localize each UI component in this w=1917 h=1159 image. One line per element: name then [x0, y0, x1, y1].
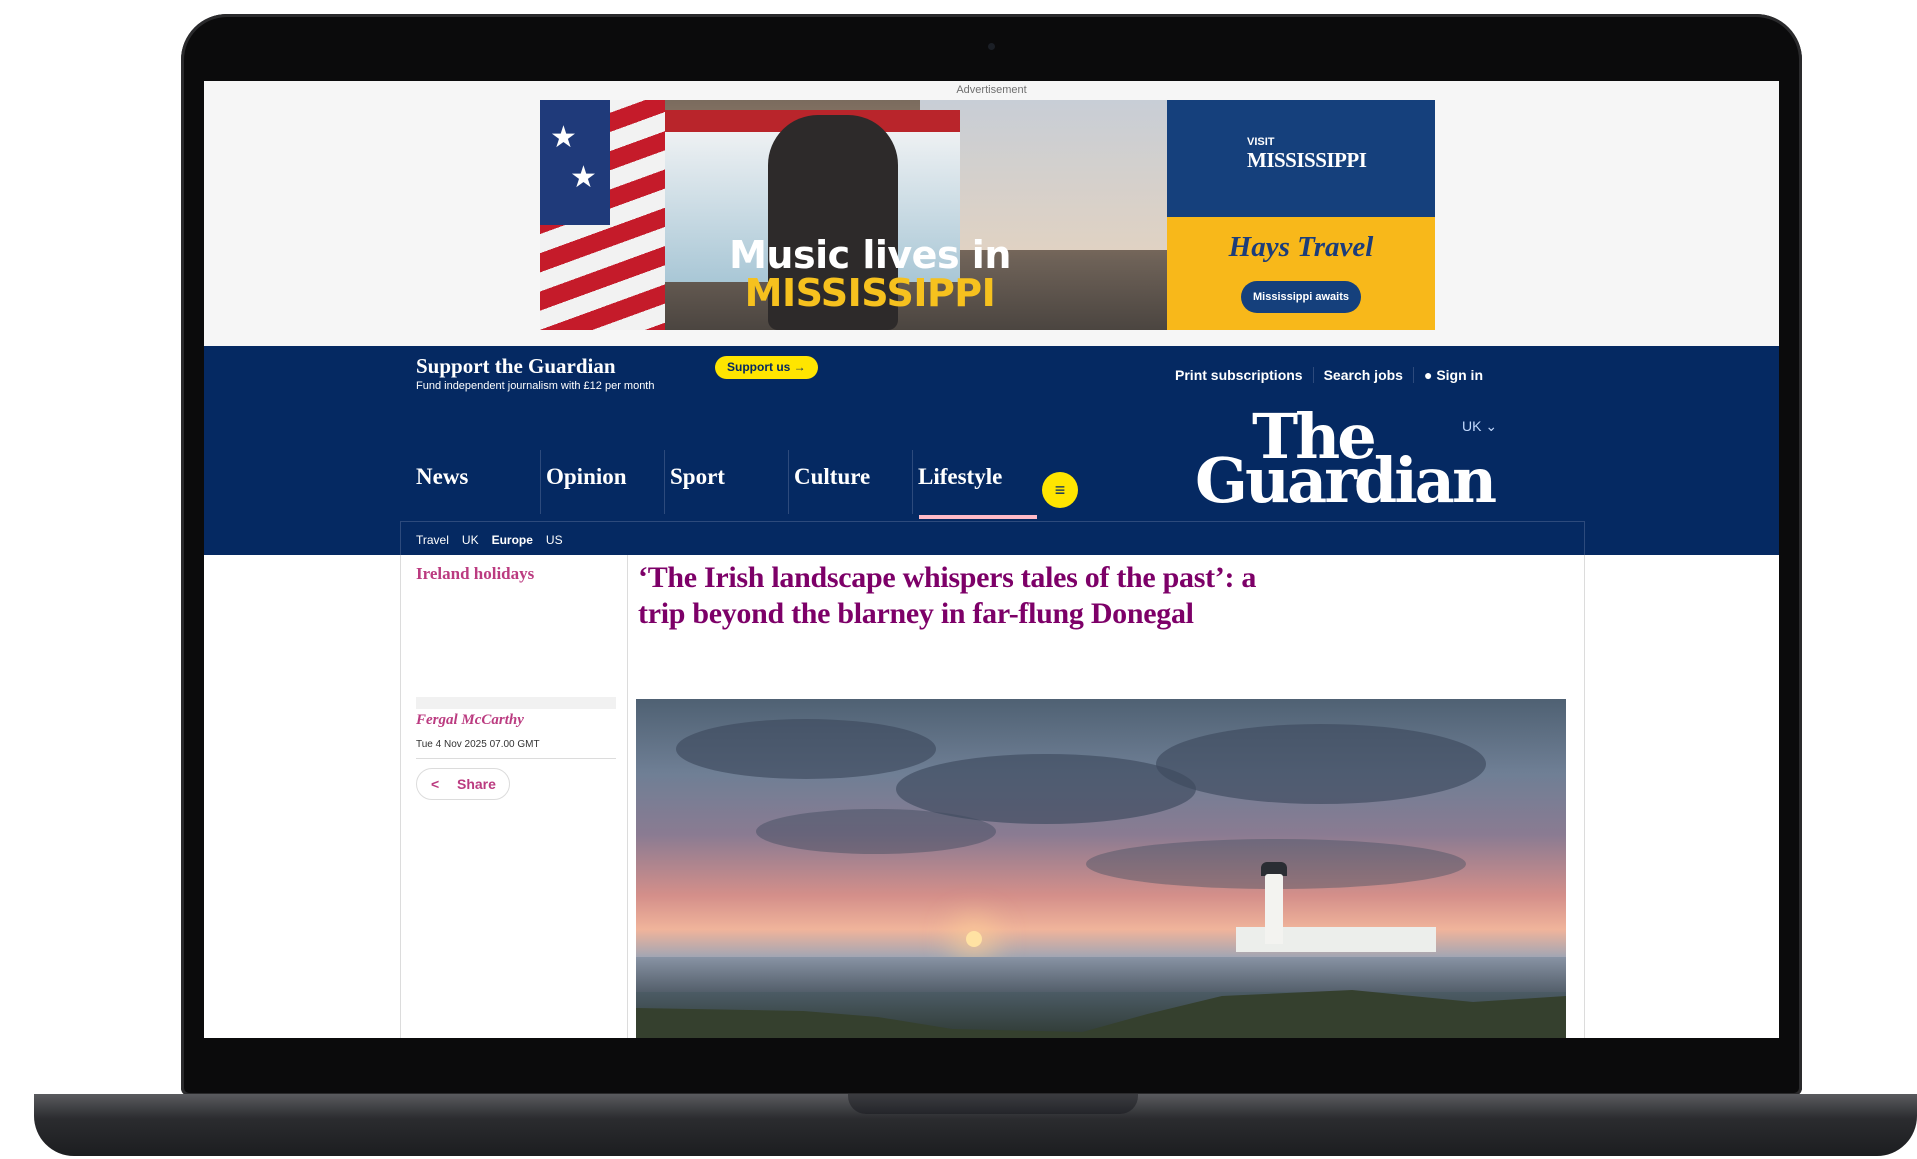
nav-pillar-sport[interactable]: Sport [664, 450, 788, 514]
meta-divider [416, 758, 616, 759]
ad-headline-line2: MISSISSIPPI [744, 271, 996, 315]
top-links: Print subscriptions Search jobs ● Sign i… [1165, 367, 1493, 383]
active-pillar-indicator [919, 515, 1037, 519]
nav-pillar-lifestyle[interactable]: Lifestyle [912, 450, 1036, 514]
advertisement-label: Advertisement [956, 84, 1027, 96]
print-subscriptions-link[interactable]: Print subscriptions [1165, 367, 1313, 383]
article: Ireland holidays ‘The Irish landscape wh… [204, 555, 1779, 1038]
menu-icon[interactable]: ≡ [1042, 472, 1078, 508]
sun [966, 931, 982, 947]
dateline: Tue 4 Nov 2025 07.00 GMT [416, 739, 540, 750]
account-icon: ● [1423, 367, 1437, 383]
share-icon: < [431, 776, 440, 792]
advertisement-banner[interactable]: ★ ★ Music lives in MISSISSIPPI VISIT MIS… [540, 100, 1435, 330]
column-divider [627, 555, 628, 1038]
byline[interactable]: Fergal McCarthy [416, 712, 524, 729]
lighthouse [1265, 874, 1283, 944]
ad-photo: ★ ★ Music lives in MISSISSIPPI [540, 100, 1167, 330]
ad-visit-logo: MISSISSIPPI [1247, 148, 1367, 172]
nav-pillar-culture[interactable]: Culture [788, 450, 912, 514]
sub-nav-us[interactable]: US [546, 533, 576, 547]
nav-pillar-opinion[interactable]: Opinion [540, 450, 664, 514]
nav-pillar-news[interactable]: News [416, 464, 468, 514]
browser-viewport: Advertisement ★ ★ Music lives in MISSISS… [204, 81, 1779, 1038]
ad-partner-logo: Hays Travel [1228, 231, 1374, 263]
share-button[interactable]: < Share [416, 768, 510, 800]
share-label: Share [457, 776, 496, 792]
sub-nav-europe[interactable]: Europe [492, 533, 546, 547]
logo-line-2[interactable]: Guardian [1195, 444, 1497, 517]
support-us-button[interactable]: Support us → [715, 356, 818, 379]
section-label[interactable]: Ireland holidays [416, 564, 534, 584]
ad-visit-small: VISIT [1247, 136, 1275, 148]
sub-nav-travel[interactable]: Travel [416, 533, 462, 547]
support-subtitle: Fund independent journalism with £12 per… [416, 380, 655, 392]
main-nav: UK ⌄ The Guardian News Opinion Sport Cul… [204, 400, 1779, 555]
sea [636, 957, 1566, 992]
camera-dot [988, 43, 995, 50]
article-headline: ‘The Irish landscape whispers tales of t… [638, 561, 1257, 630]
meta-placeholder [416, 697, 616, 709]
edition-picker[interactable]: UK ⌄ [1462, 418, 1497, 435]
support-title: Support the Guardian [416, 354, 616, 378]
sign-in-label: Sign in [1436, 367, 1483, 383]
sub-nav-uk[interactable]: UK [462, 533, 492, 547]
hero-image [636, 699, 1566, 1038]
search-jobs-link[interactable]: Search jobs [1312, 367, 1413, 383]
sub-nav-frame [400, 521, 1585, 555]
coastline [636, 990, 1566, 1038]
support-bar: Support the Guardian Fund independent jo… [204, 346, 1779, 402]
sign-in-link[interactable]: ● Sign in [1412, 367, 1493, 383]
ad-partner-panel: Hays Travel Mississippi awaits [1167, 217, 1435, 330]
sub-nav: Travel UK Europe US [416, 533, 576, 547]
ad-visit-panel: VISIT MISSISSIPPI [1167, 100, 1435, 217]
ad-cta-button[interactable]: Mississippi awaits [1241, 281, 1361, 313]
laptop-notch [848, 1094, 1138, 1114]
